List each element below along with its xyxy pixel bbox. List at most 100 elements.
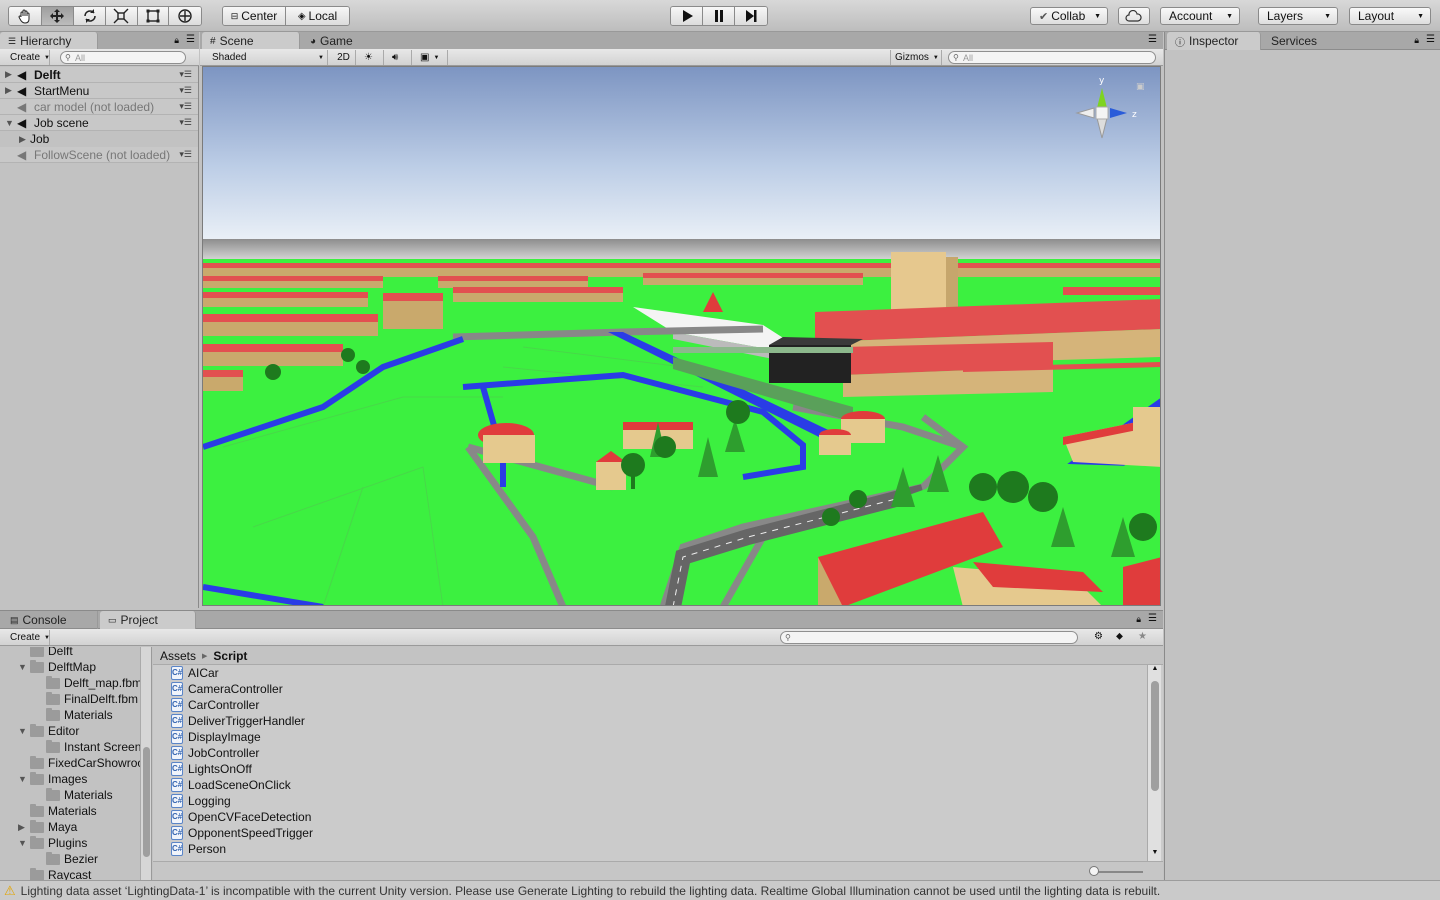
toggle-2d-button[interactable]: 2D [332, 50, 356, 65]
tab-hierarchy[interactable]: ☰ Hierarchy [0, 32, 98, 50]
project-search-input[interactable]: ⚲ [780, 631, 1078, 644]
tab-services[interactable]: Services [1263, 32, 1343, 50]
effects-dropdown[interactable]: ▣ ▼ [416, 50, 448, 65]
lighting-toggle[interactable]: ☀ [360, 50, 384, 65]
label-tag-icon[interactable]: ⬥ [1116, 631, 1123, 642]
filter-type-icon[interactable]: ⚙ [1094, 631, 1103, 642]
file-item[interactable]: C# AICar [171, 665, 219, 681]
tree-item[interactable]: Materials [46, 787, 113, 803]
file-list-scroll-thumb[interactable] [1151, 681, 1159, 791]
panel-menu-icon[interactable]: ☰ [186, 34, 195, 45]
tab-game[interactable]: ◕ Game [302, 32, 382, 50]
file-item[interactable]: C# DeliverTriggerHandler [171, 713, 305, 729]
icon-size-slider[interactable] [1093, 871, 1143, 873]
file-item[interactable]: C# Person [171, 841, 226, 857]
transform-tool-button[interactable] [169, 7, 201, 25]
scene-menu-icon[interactable]: ▾☰ [179, 149, 192, 160]
tab-scene[interactable]: # Scene [202, 32, 300, 50]
pivot-center-button[interactable]: ⊟ Center [223, 7, 287, 25]
collapse-arrow-icon[interactable]: ▼ [18, 662, 30, 672]
panel-menu-icon[interactable]: ☰ [1148, 613, 1157, 624]
project-create-dropdown[interactable]: Create ▼ [6, 630, 50, 645]
expand-arrow-icon[interactable]: ▶ [18, 822, 30, 833]
favorite-star-icon[interactable]: ★ [1138, 631, 1147, 642]
gizmos-dropdown[interactable]: Gizmos ▼ [890, 50, 942, 65]
scroll-down-icon[interactable]: ▼ [1148, 849, 1162, 856]
expand-arrow-icon[interactable]: ▶ [5, 69, 12, 80]
hierarchy-scene-car-model[interactable]: ◀ car model (not loaded) ▾☰ [0, 99, 198, 115]
account-dropdown[interactable]: Account ▼ [1160, 7, 1240, 25]
panel-menu-icon[interactable]: ☰ [1426, 34, 1435, 45]
tree-item[interactable]: ▼ DelftMap [18, 659, 96, 675]
hierarchy-item-job[interactable]: ▶ Job [0, 131, 198, 147]
scene-menu-icon[interactable]: ▾☰ [179, 117, 192, 128]
play-button[interactable] [671, 7, 704, 25]
tree-scroll-thumb[interactable] [143, 747, 150, 857]
tree-item[interactable]: FinalDelft.fbm [46, 691, 138, 707]
step-button[interactable] [734, 7, 767, 25]
file-item[interactable]: C# LightsOnOff [171, 761, 252, 777]
expand-arrow-icon[interactable]: ▶ [19, 134, 26, 145]
lock-icon[interactable]: 🔒︎ [1414, 35, 1419, 46]
hierarchy-scene-job[interactable]: ▼ ◀ Job scene ▾☰ [0, 115, 198, 131]
tree-item[interactable]: Raycast [30, 867, 91, 881]
file-item[interactable]: C# CameraController [171, 681, 283, 697]
scene-menu-icon[interactable]: ▾☰ [179, 85, 192, 96]
hand-tool-button[interactable] [9, 7, 42, 25]
space-local-button[interactable]: ◈ Local [286, 7, 349, 25]
file-item[interactable]: C# Logging [171, 793, 231, 809]
panel-menu-icon[interactable]: ☰ [1148, 34, 1157, 45]
tree-item[interactable]: Materials [30, 803, 97, 819]
collapse-arrow-icon[interactable]: ▼ [18, 726, 30, 736]
tab-project[interactable]: ▭ Project [100, 611, 196, 629]
expand-arrow-icon[interactable]: ▶ [5, 85, 12, 96]
collapse-arrow-icon[interactable]: ▼ [18, 774, 30, 784]
file-item[interactable]: C# OpenCVFaceDetection [171, 809, 311, 825]
orientation-gizmo[interactable]: y z ▣ [1072, 73, 1152, 183]
scroll-up-icon[interactable]: ▲ [1148, 665, 1162, 672]
pause-button[interactable] [703, 7, 735, 25]
tree-item[interactable]: Bezier [46, 851, 98, 867]
hierarchy-search-input[interactable]: ⚲ All [60, 51, 186, 64]
tree-item[interactable]: ▼ Editor [18, 723, 79, 739]
file-item[interactable]: C# DisplayImage [171, 729, 261, 745]
file-item[interactable]: C# JobController [171, 745, 259, 761]
file-item[interactable]: C# CarController [171, 697, 259, 713]
hierarchy-scene-startmenu[interactable]: ▶ ◀ StartMenu ▾☰ [0, 83, 198, 99]
tree-scrollbar[interactable] [140, 647, 151, 881]
scene-menu-icon[interactable]: ▾☰ [179, 101, 192, 112]
layout-dropdown[interactable]: Layout ▼ [1349, 7, 1431, 25]
move-tool-button[interactable] [41, 7, 75, 25]
file-list-scrollbar[interactable]: ▲ ▼ [1147, 665, 1161, 861]
rotate-tool-button[interactable] [74, 7, 106, 25]
hierarchy-create-dropdown[interactable]: Create ▼ [6, 50, 50, 65]
tree-item[interactable]: ▼ Plugins [18, 835, 87, 851]
hierarchy-scene-followscene[interactable]: ◀ FollowScene (not loaded) ▾☰ [0, 147, 198, 163]
lock-icon[interactable]: 🔒︎ [1136, 614, 1141, 625]
collapse-arrow-icon[interactable]: ▼ [18, 838, 30, 848]
tree-item[interactable]: Materials [46, 707, 113, 723]
rect-tool-button[interactable] [137, 7, 170, 25]
hierarchy-scene-delft[interactable]: ▶ ◀ Delft ▾☰ [0, 67, 198, 83]
lock-icon[interactable]: 🔒︎ [174, 35, 179, 46]
layers-dropdown[interactable]: Layers ▼ [1258, 7, 1338, 25]
scene-viewport[interactable]: y z ▣ [202, 66, 1161, 606]
scene-search-input[interactable]: ⚲ All [948, 51, 1156, 64]
tab-console[interactable]: ▤ Console [2, 611, 98, 629]
collab-dropdown[interactable]: ✔ Collab ▼ [1030, 7, 1108, 25]
breadcrumb-assets[interactable]: Assets [160, 649, 196, 663]
tree-item[interactable]: Instant Screen [46, 739, 141, 755]
file-item[interactable]: C# LoadSceneOnClick [171, 777, 291, 793]
tree-item[interactable]: Delft_map.fbm [46, 675, 142, 691]
breadcrumb-script[interactable]: Script [213, 649, 247, 663]
file-item[interactable]: C# OpponentSpeedTrigger [171, 825, 313, 841]
icon-size-slider-knob[interactable] [1089, 866, 1099, 876]
tree-item[interactable]: ▶ Maya [18, 819, 77, 835]
status-bar[interactable]: ⚠ Lighting data asset ‘LightingData-1’ i… [0, 880, 1440, 900]
scene-menu-icon[interactable]: ▾☰ [179, 69, 192, 80]
collapse-arrow-icon[interactable]: ▼ [5, 118, 14, 128]
tree-item[interactable]: ▼ Images [18, 771, 87, 787]
scale-tool-button[interactable] [105, 7, 138, 25]
cloud-button[interactable] [1118, 7, 1150, 25]
audio-toggle[interactable]: 🔊︎ [388, 50, 412, 65]
